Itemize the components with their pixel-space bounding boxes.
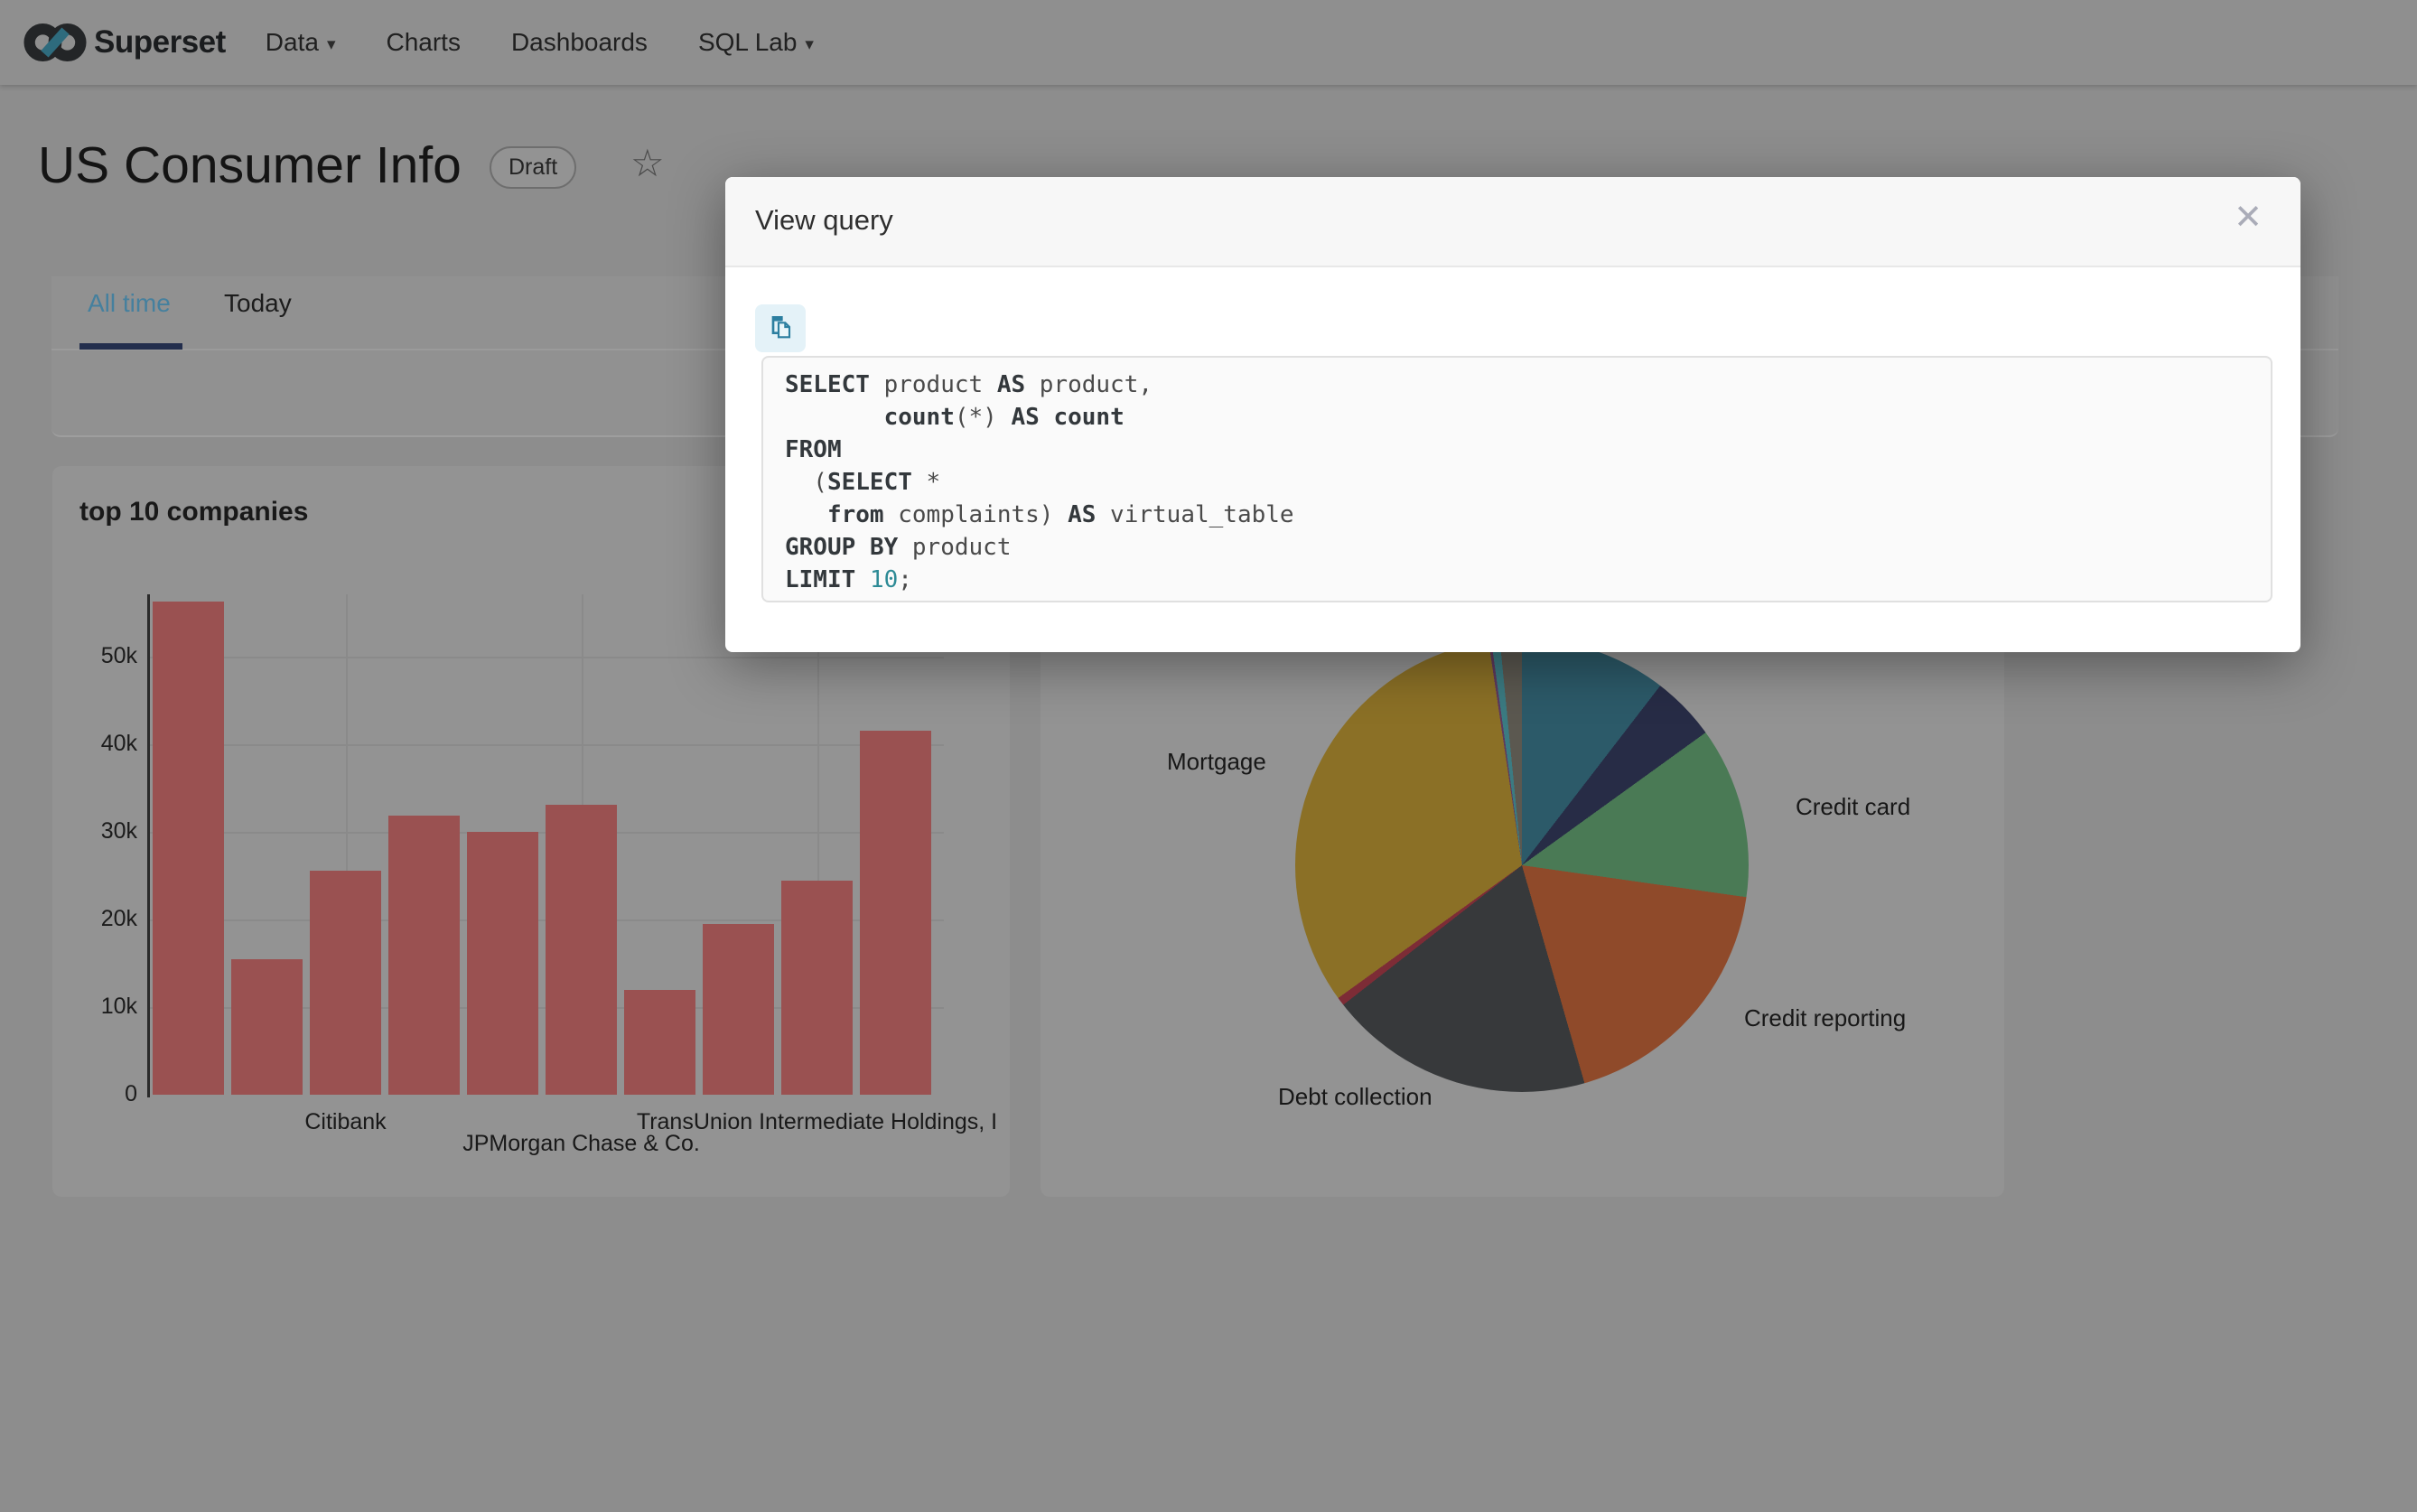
bar-chart-title: top 10 companies — [79, 497, 308, 527]
superset-dashboard-screen: Superset Data▾ Charts Dashboards SQL Lab▾ U… — [0, 0, 2417, 1512]
y-axis-line — [147, 594, 150, 1097]
x-axis-tick-label: Citibank — [304, 1109, 386, 1135]
nav-menu: Data▾ Charts Dashboards SQL Lab▾ — [266, 28, 814, 57]
chevron-down-icon: ▾ — [327, 34, 336, 55]
bar-company-5[interactable] — [467, 832, 538, 1095]
nav-item-charts[interactable]: Charts — [386, 28, 460, 57]
copy-icon — [766, 313, 795, 344]
active-tab-indicator — [79, 343, 182, 350]
tab-today[interactable]: Today — [224, 289, 292, 318]
y-axis-tick-label: 0 — [54, 1081, 137, 1107]
sql-code-block: SELECT product AS product, count(*) AS c… — [761, 356, 2272, 602]
page-title: US Consumer Info — [38, 135, 462, 195]
x-axis-tick-label: TransUnion Intermediate Holdings, I — [637, 1109, 997, 1135]
gridline — [150, 657, 944, 658]
brand-name[interactable]: Superset — [94, 24, 226, 61]
gridline — [150, 744, 944, 746]
pie-label-credit-reporting: Credit reporting — [1744, 1004, 1906, 1032]
bar-company-7[interactable] — [624, 990, 695, 1095]
modal-title: View query — [755, 204, 893, 237]
bar-company-1[interactable] — [153, 602, 224, 1095]
y-axis-tick-label: 20k — [54, 906, 137, 932]
pie-chart[interactable] — [1295, 639, 1749, 1092]
nav-item-sql-lab[interactable]: SQL Lab▾ — [698, 28, 814, 57]
bar-company-4[interactable] — [388, 816, 460, 1095]
close-icon[interactable]: ✕ — [2234, 201, 2263, 235]
bar-company-10[interactable] — [860, 731, 931, 1095]
bar-TransUnion Intermediate Holdings, I[interactable] — [781, 881, 853, 1095]
favorite-star-icon[interactable]: ☆ — [630, 141, 665, 185]
copy-query-button[interactable] — [755, 304, 806, 352]
nav-item-data[interactable]: Data▾ — [266, 28, 336, 57]
modal-header: View query ✕ — [725, 177, 2300, 267]
y-axis-tick-label: 30k — [54, 818, 137, 845]
pie-label-mortgage: Mortgage — [1167, 748, 1266, 776]
y-axis-tick-label: 40k — [54, 731, 137, 757]
y-axis-tick-label: 50k — [54, 643, 137, 669]
nav-item-dashboards[interactable]: Dashboards — [511, 28, 648, 57]
view-query-modal: View query ✕ SELECT product AS product, … — [725, 177, 2300, 652]
top-navbar: Superset Data▾ Charts Dashboards SQL Lab▾ — [0, 0, 2417, 85]
chevron-down-icon: ▾ — [805, 34, 814, 55]
bar-JPMorgan Chase & Co.[interactable] — [546, 805, 617, 1095]
pie-label-debt-collection: Debt collection — [1278, 1083, 1432, 1111]
y-axis-tick-label: 10k — [54, 994, 137, 1020]
bar-company-8[interactable] — [703, 924, 774, 1095]
status-badge: Draft — [490, 146, 576, 189]
bar-company-2[interactable] — [231, 959, 303, 1095]
tab-all-time[interactable]: All time — [88, 289, 171, 318]
superset-logo-icon[interactable] — [22, 15, 89, 74]
sql-query-text: SELECT product AS product, count(*) AS c… — [785, 369, 2249, 596]
pie-label-credit-card: Credit card — [1796, 793, 1910, 821]
bar-Citibank[interactable] — [310, 871, 381, 1095]
